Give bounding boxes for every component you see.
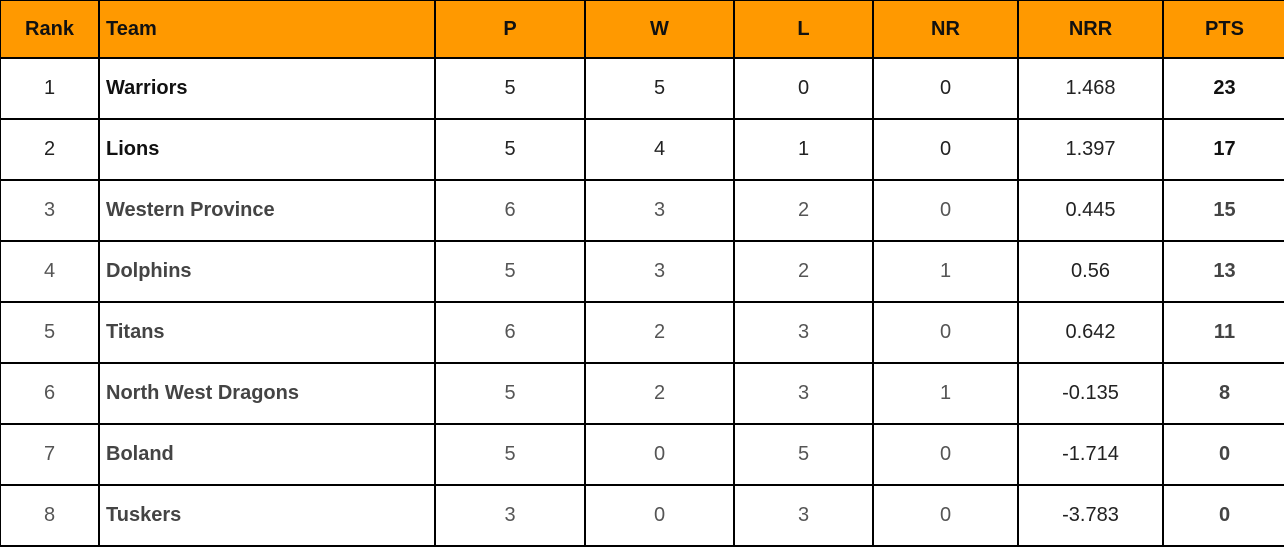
- header-rank: Rank: [0, 0, 100, 59]
- played-cell: 5: [434, 118, 586, 181]
- won-cell: 3: [584, 179, 735, 242]
- rank-cell: 6: [0, 362, 100, 425]
- no-result-cell: 0: [872, 423, 1019, 486]
- played-cell: 5: [434, 240, 586, 303]
- won-cell: 5: [584, 57, 735, 120]
- rank-cell: 8: [0, 484, 100, 547]
- points-cell: 15: [1162, 179, 1284, 242]
- header-won: W: [584, 0, 735, 59]
- header-points: PTS: [1162, 0, 1284, 59]
- lost-cell: 0: [733, 57, 874, 120]
- rank-cell: 5: [0, 301, 100, 364]
- team-cell: Tuskers: [98, 484, 436, 547]
- no-result-cell: 1: [872, 362, 1019, 425]
- nrr-cell: -3.783: [1017, 484, 1164, 547]
- points-cell: 23: [1162, 57, 1284, 120]
- table-row: 8 Tuskers 3 0 3 0 -3.783 0: [0, 484, 1284, 547]
- header-played: P: [434, 0, 586, 59]
- table-row: 3 Western Province 6 3 2 0 0.445 15: [0, 179, 1284, 242]
- played-cell: 3: [434, 484, 586, 547]
- rank-cell: 2: [0, 118, 100, 181]
- header-net-run-rate: NRR: [1017, 0, 1164, 59]
- no-result-cell: 0: [872, 484, 1019, 547]
- table-row: 6 North West Dragons 5 2 3 1 -0.135 8: [0, 362, 1284, 425]
- points-cell: 0: [1162, 484, 1284, 547]
- table-row: 4 Dolphins 5 3 2 1 0.56 13: [0, 240, 1284, 303]
- team-cell: Titans: [98, 301, 436, 364]
- nrr-cell: -0.135: [1017, 362, 1164, 425]
- won-cell: 3: [584, 240, 735, 303]
- header-lost: L: [733, 0, 874, 59]
- played-cell: 5: [434, 57, 586, 120]
- no-result-cell: 0: [872, 57, 1019, 120]
- played-cell: 6: [434, 179, 586, 242]
- rank-cell: 3: [0, 179, 100, 242]
- points-cell: 8: [1162, 362, 1284, 425]
- won-cell: 2: [584, 301, 735, 364]
- nrr-cell: 0.445: [1017, 179, 1164, 242]
- played-cell: 5: [434, 423, 586, 486]
- won-cell: 4: [584, 118, 735, 181]
- team-cell: Western Province: [98, 179, 436, 242]
- no-result-cell: 0: [872, 179, 1019, 242]
- lost-cell: 1: [733, 118, 874, 181]
- header-team: Team: [98, 0, 436, 59]
- table-row: 5 Titans 6 2 3 0 0.642 11: [0, 301, 1284, 364]
- nrr-cell: 0.56: [1017, 240, 1164, 303]
- table-row: 1 Warriors 5 5 0 0 1.468 23: [0, 57, 1284, 120]
- won-cell: 0: [584, 423, 735, 486]
- team-cell: Dolphins: [98, 240, 436, 303]
- lost-cell: 3: [733, 301, 874, 364]
- rank-cell: 7: [0, 423, 100, 486]
- points-cell: 13: [1162, 240, 1284, 303]
- nrr-cell: 1.468: [1017, 57, 1164, 120]
- team-cell: Boland: [98, 423, 436, 486]
- lost-cell: 5: [733, 423, 874, 486]
- table-row: 7 Boland 5 0 5 0 -1.714 0: [0, 423, 1284, 486]
- rank-cell: 1: [0, 57, 100, 120]
- no-result-cell: 0: [872, 118, 1019, 181]
- no-result-cell: 0: [872, 301, 1019, 364]
- header-row: Rank Team P W L NR NRR PTS: [0, 0, 1284, 59]
- team-cell: North West Dragons: [98, 362, 436, 425]
- lost-cell: 3: [733, 484, 874, 547]
- table-row: 2 Lions 5 4 1 0 1.397 17: [0, 118, 1284, 181]
- points-cell: 17: [1162, 118, 1284, 181]
- played-cell: 6: [434, 301, 586, 364]
- lost-cell: 3: [733, 362, 874, 425]
- lost-cell: 2: [733, 179, 874, 242]
- header-no-result: NR: [872, 0, 1019, 59]
- team-cell: Warriors: [98, 57, 436, 120]
- nrr-cell: 0.642: [1017, 301, 1164, 364]
- rank-cell: 4: [0, 240, 100, 303]
- points-cell: 0: [1162, 423, 1284, 486]
- no-result-cell: 1: [872, 240, 1019, 303]
- points-cell: 11: [1162, 301, 1284, 364]
- lost-cell: 2: [733, 240, 874, 303]
- won-cell: 0: [584, 484, 735, 547]
- won-cell: 2: [584, 362, 735, 425]
- points-table: Rank Team P W L NR NRR PTS 1 Warriors 5 …: [0, 0, 1284, 547]
- nrr-cell: -1.714: [1017, 423, 1164, 486]
- played-cell: 5: [434, 362, 586, 425]
- nrr-cell: 1.397: [1017, 118, 1164, 181]
- team-cell: Lions: [98, 118, 436, 181]
